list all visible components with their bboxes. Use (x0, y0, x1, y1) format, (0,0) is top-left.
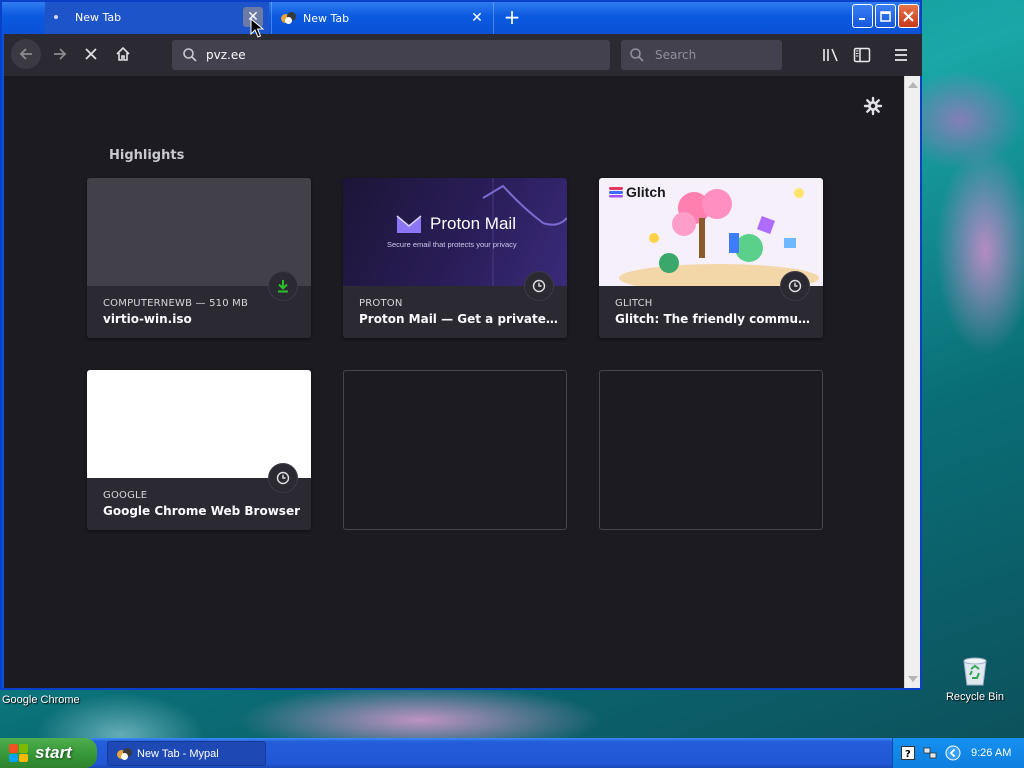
card-source: PROTON (359, 298, 403, 309)
clock-icon (788, 279, 802, 293)
glitch-brand-text: Glitch (626, 184, 666, 200)
library-button[interactable] (821, 45, 841, 65)
empty-highlight-slot (599, 370, 823, 530)
card-title: virtio-win.iso (103, 312, 192, 326)
download-badge (268, 271, 298, 301)
card-title: Glitch: The friendly community … (615, 312, 815, 326)
help-icon[interactable]: ? (901, 746, 915, 760)
card-thumbnail: Glitch (599, 178, 823, 286)
card-title: Proton Mail — Get a private, sec… (359, 312, 559, 326)
glitch-logo: Glitch (609, 184, 666, 200)
loading-dot-icon (54, 15, 58, 19)
taskbar-item-mypal[interactable]: New Tab - Mypal (107, 741, 266, 766)
stop-button[interactable] (76, 39, 106, 69)
sidebar-toggle-button[interactable] (852, 45, 872, 65)
new-tab-button[interactable]: + (500, 6, 524, 30)
recycle-bin-label: Recycle Bin (945, 691, 1005, 703)
highlight-card[interactable]: COMPUTERNEWB — 510 MB virtio-win.iso (87, 178, 311, 338)
back-button[interactable] (11, 39, 41, 69)
browser-window: New Tab ✕ New Tab ✕ + pvz.ee Search High… (0, 0, 922, 690)
mypal-favicon-icon (281, 11, 297, 25)
card-thumbnail (87, 178, 311, 286)
card-source: GOOGLE (103, 490, 148, 501)
navigation-toolbar: pvz.ee Search (4, 34, 922, 76)
recycle-bin-shortcut[interactable]: Recycle Bin (940, 655, 1010, 703)
home-icon (116, 46, 130, 61)
taskbar: start New Tab - Mypal ? 9:26 AM (0, 738, 1024, 768)
scroll-down-arrow-icon[interactable] (908, 676, 918, 682)
maximize-button[interactable] (875, 4, 896, 28)
gear-icon[interactable] (863, 96, 883, 116)
search-placeholder: Search (655, 48, 697, 62)
windows-logo-icon (9, 744, 29, 762)
proton-brand-text: Proton Mail (430, 214, 516, 233)
highlight-card[interactable]: Glitch GLITCH Glitch: The friendly commu… (599, 178, 823, 338)
url-text[interactable]: pvz.ee (206, 48, 246, 62)
clock-icon (532, 279, 546, 293)
start-label: start (35, 743, 72, 762)
taskbar-item-label: New Tab - Mypal (137, 747, 219, 760)
history-badge (268, 463, 298, 493)
search-icon (630, 48, 644, 62)
arrow-right-icon (54, 48, 67, 60)
glitch-fish-icon (609, 187, 623, 198)
hamburger-menu-icon (895, 49, 907, 61)
forward-button[interactable] (45, 39, 75, 69)
arrow-left-icon (19, 48, 32, 60)
network-icon[interactable] (923, 746, 937, 760)
download-icon (278, 280, 288, 293)
tab-close-button[interactable]: ✕ (467, 8, 487, 28)
new-tab-page: Highlights COMPUTERNEWB — 510 MB virtio-… (4, 76, 904, 688)
highlight-card[interactable]: Proton Mail Secure email that protects y… (343, 178, 567, 338)
url-bar[interactable]: pvz.ee (172, 40, 610, 70)
proton-tagline: Secure email that protects your privacy (387, 240, 517, 249)
search-bar[interactable]: Search (621, 40, 782, 70)
highlight-card[interactable]: GOOGLE Google Chrome Web Browser (87, 370, 311, 530)
mypal-favicon-icon (117, 747, 133, 761)
sidebar-icon (853, 47, 871, 63)
tab-title: New Tab (303, 11, 350, 25)
highlights-heading: Highlights (109, 148, 185, 163)
vertical-scrollbar[interactable] (904, 76, 920, 688)
start-button[interactable]: start (0, 738, 97, 768)
svg-text:?: ? (905, 749, 911, 760)
close-window-button[interactable] (898, 4, 919, 28)
scroll-up-arrow-icon[interactable] (908, 82, 918, 88)
empty-highlight-slot (343, 370, 567, 530)
close-icon (903, 10, 914, 22)
clock: 9:26 AM (971, 747, 1012, 759)
search-icon (183, 48, 197, 62)
proton-mail-logo: Proton Mail (396, 214, 516, 234)
card-title: Google Chrome Web Browser (103, 504, 300, 518)
recycle-bin-icon (963, 657, 987, 686)
card-source: COMPUTERNEWB — 510 MB (103, 298, 249, 309)
card-thumbnail (87, 370, 311, 478)
status-text: Google Chrome (2, 694, 80, 706)
card-source: GLITCH (615, 298, 653, 309)
chevron-left-icon[interactable] (945, 745, 961, 761)
proton-mail-icon (396, 215, 422, 233)
mouse-cursor-icon (250, 18, 264, 38)
tab-title: New Tab (75, 10, 122, 24)
home-button[interactable] (108, 39, 138, 69)
title-bar: New Tab ✕ New Tab ✕ + (2, 2, 920, 34)
clock-icon (276, 471, 290, 485)
card-thumbnail: Proton Mail Secure email that protects y… (343, 178, 567, 286)
minimize-icon (859, 17, 865, 20)
system-tray: ? 9:26 AM (892, 738, 1024, 768)
tab-new-tab-active[interactable]: New Tab ✕ (45, 2, 269, 34)
library-icon (823, 48, 838, 62)
stop-x-icon (85, 48, 97, 60)
main-menu-button[interactable] (891, 45, 911, 65)
history-badge (524, 271, 554, 301)
minimize-button[interactable] (852, 4, 873, 28)
history-badge (780, 271, 810, 301)
maximize-icon (880, 10, 891, 22)
tab-new-tab[interactable]: New Tab ✕ (271, 2, 494, 34)
